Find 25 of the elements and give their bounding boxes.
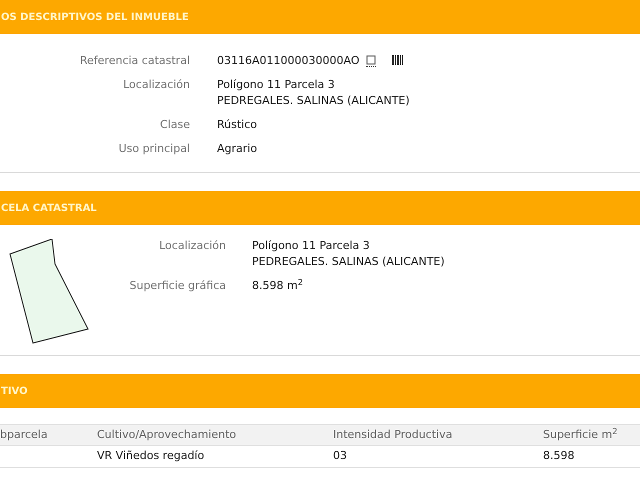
table-cell-text: VR Viñedos regadío [97,448,206,464]
field-value: 03116A011000030000AO [217,54,360,68]
section-title: OS DESCRIPTIVOS DEL INMUEBLE [0,10,189,24]
field-value: Polígono 11 Parcela 3 [217,78,335,92]
field-value: Polígono 11 Parcela 3 [252,239,370,253]
field-value: Rústico [217,118,257,132]
column-header: Intensidad Productiva [333,426,454,443]
table-cell-text: 03 [333,448,348,464]
field-value: PEDREGALES. SALINAS (ALICANTE) [252,255,445,269]
field-label: Referencia catastral [78,54,191,68]
field-label: Uso principal [118,142,191,156]
field-label: Clase [159,118,191,132]
field-value: PEDREGALES. SALINAS (ALICANTE) [217,94,410,108]
field-value: 8.598 m$^{2}$ [252,279,303,293]
field-label: Localización [122,78,191,93]
section-title: CELA CATASTRAL [0,202,97,216]
field-label: Superficie gráfica [128,279,227,293]
barcode-icon [392,55,402,67]
column-header: Cultivo/Aprovechamiento [97,426,238,443]
field-label: Localización [158,239,227,254]
field-value: Agrario [217,142,258,156]
section-title: TIVO [0,384,28,398]
column-header: bparcela [0,426,49,443]
table-cell-text: 8.598 [543,448,576,464]
column-header: Superficie m$^{2}$ [543,426,618,443]
